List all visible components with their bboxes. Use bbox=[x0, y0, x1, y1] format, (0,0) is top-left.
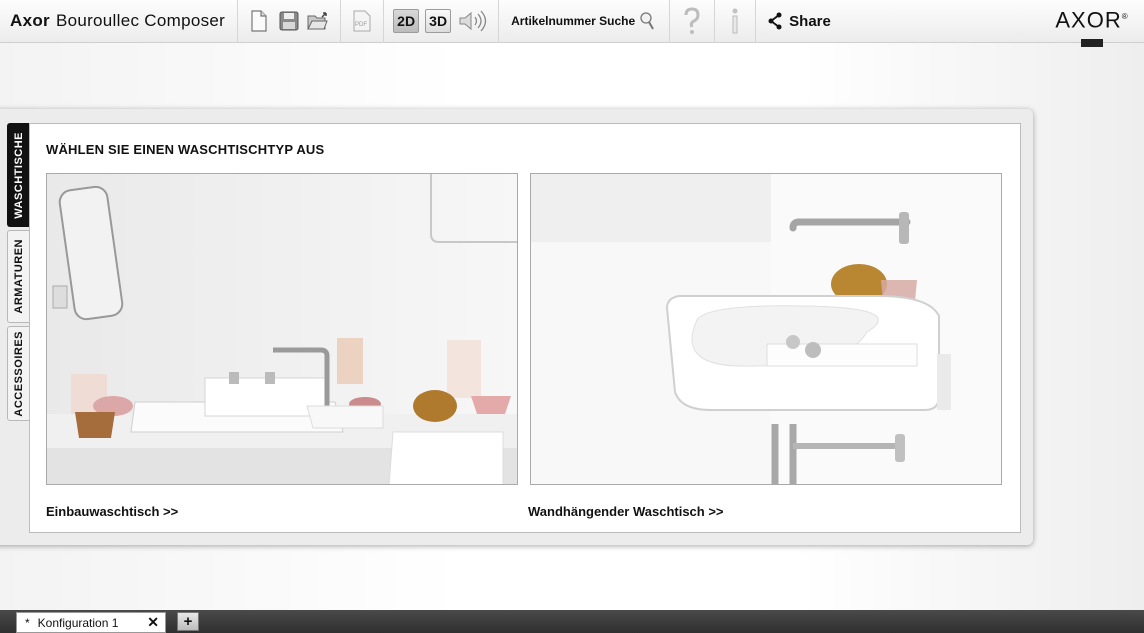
axor-logo: AXOR® bbox=[1052, 6, 1132, 49]
tab-armaturen-label: ARMATUREN bbox=[12, 239, 25, 314]
configuration-tab-label: Konfiguration 1 bbox=[37, 615, 119, 630]
logo-text: AXOR® bbox=[1052, 6, 1132, 31]
article-number-search-label: Artikelnummer Suche bbox=[511, 14, 636, 28]
help-button[interactable] bbox=[680, 7, 704, 34]
open-folder-icon bbox=[307, 12, 328, 30]
built-in-basin-image[interactable] bbox=[46, 173, 518, 485]
view-2d-button[interactable]: 2D bbox=[393, 9, 420, 33]
new-document-icon bbox=[251, 10, 267, 32]
logo-registered-mark: ® bbox=[1121, 12, 1129, 21]
logo-wordmark: AXOR bbox=[1055, 7, 1122, 33]
close-tab-icon[interactable]: ✕ bbox=[147, 614, 159, 631]
wall-mounted-basin-link[interactable]: Wandhängender Waschtisch >> bbox=[528, 504, 724, 519]
built-in-basin-link[interactable]: Einbauwaschtisch >> bbox=[46, 504, 178, 519]
tab-accessoires-label: ACCESSOIRES bbox=[12, 330, 25, 417]
app-title: Axor Bouroullec Composer bbox=[0, 11, 237, 31]
unsaved-marker: * bbox=[25, 615, 30, 630]
question-mark-icon bbox=[684, 7, 700, 34]
speaker-icon bbox=[459, 10, 487, 32]
built-in-basin-photo bbox=[47, 174, 517, 484]
pdf-tools: PDF bbox=[341, 0, 383, 43]
magnifier-icon bbox=[640, 12, 655, 30]
view-3d-button[interactable]: 3D bbox=[425, 9, 452, 33]
open-folder-button[interactable] bbox=[307, 8, 331, 34]
tab-accessoires[interactable]: ACCESSOIRES bbox=[7, 326, 29, 421]
app-brand: Axor bbox=[10, 11, 50, 30]
floppy-disk-icon bbox=[279, 11, 299, 31]
save-button[interactable] bbox=[277, 8, 301, 34]
configuration-tab-bar: * Konfiguration 1 ✕ + bbox=[0, 610, 1144, 633]
tab-waschtische-label: WASCHTISCHE bbox=[12, 131, 25, 219]
plus-icon: + bbox=[183, 613, 193, 630]
info-button[interactable] bbox=[727, 8, 743, 34]
tab-waschtische[interactable]: WASCHTISCHE bbox=[7, 123, 29, 227]
category-tabs: WASCHTISCHE ARMATUREN ACCESSOIRES bbox=[7, 123, 30, 424]
app-product-name: Bouroullec Composer bbox=[55, 11, 226, 30]
pdf-export-button[interactable]: PDF bbox=[350, 8, 374, 34]
info-icon bbox=[732, 8, 738, 34]
tab-armaturen[interactable]: ARMATUREN bbox=[7, 230, 29, 323]
wall-mounted-basin-image[interactable] bbox=[530, 173, 1002, 485]
pdf-icon-label: PDF bbox=[355, 22, 367, 28]
help-tools bbox=[670, 0, 714, 43]
share-icon bbox=[768, 12, 782, 30]
toolbar: Axor Bouroullec Composer PDF 2D 3D Artike… bbox=[0, 0, 1144, 48]
article-number-search-button[interactable]: Artikelnummer Suche bbox=[499, 11, 669, 31]
configuration-tab[interactable]: * Konfiguration 1 ✕ bbox=[16, 612, 166, 633]
add-configuration-button[interactable]: + bbox=[177, 612, 199, 631]
new-file-button[interactable] bbox=[247, 8, 271, 34]
configurator-panel: WASCHTISCHE ARMATUREN ACCESSOIRES WÄHLEN… bbox=[0, 109, 1033, 545]
share-label: Share bbox=[789, 12, 831, 30]
section-title: WÄHLEN SIE EINEN WASCHTISCHTYP AUS bbox=[46, 142, 325, 157]
logo-subline-bar bbox=[1081, 39, 1103, 48]
pdf-document-icon: PDF bbox=[353, 10, 371, 32]
info-tools bbox=[715, 0, 755, 43]
view-tools: 2D 3D bbox=[384, 0, 498, 43]
file-tools bbox=[238, 0, 340, 43]
share-button[interactable]: Share bbox=[756, 12, 843, 30]
selection-area: WÄHLEN SIE EINEN WASCHTISCHTYP AUS Einba… bbox=[29, 123, 1021, 533]
sound-button[interactable] bbox=[457, 8, 489, 34]
wall-mounted-basin-photo bbox=[531, 174, 1001, 484]
